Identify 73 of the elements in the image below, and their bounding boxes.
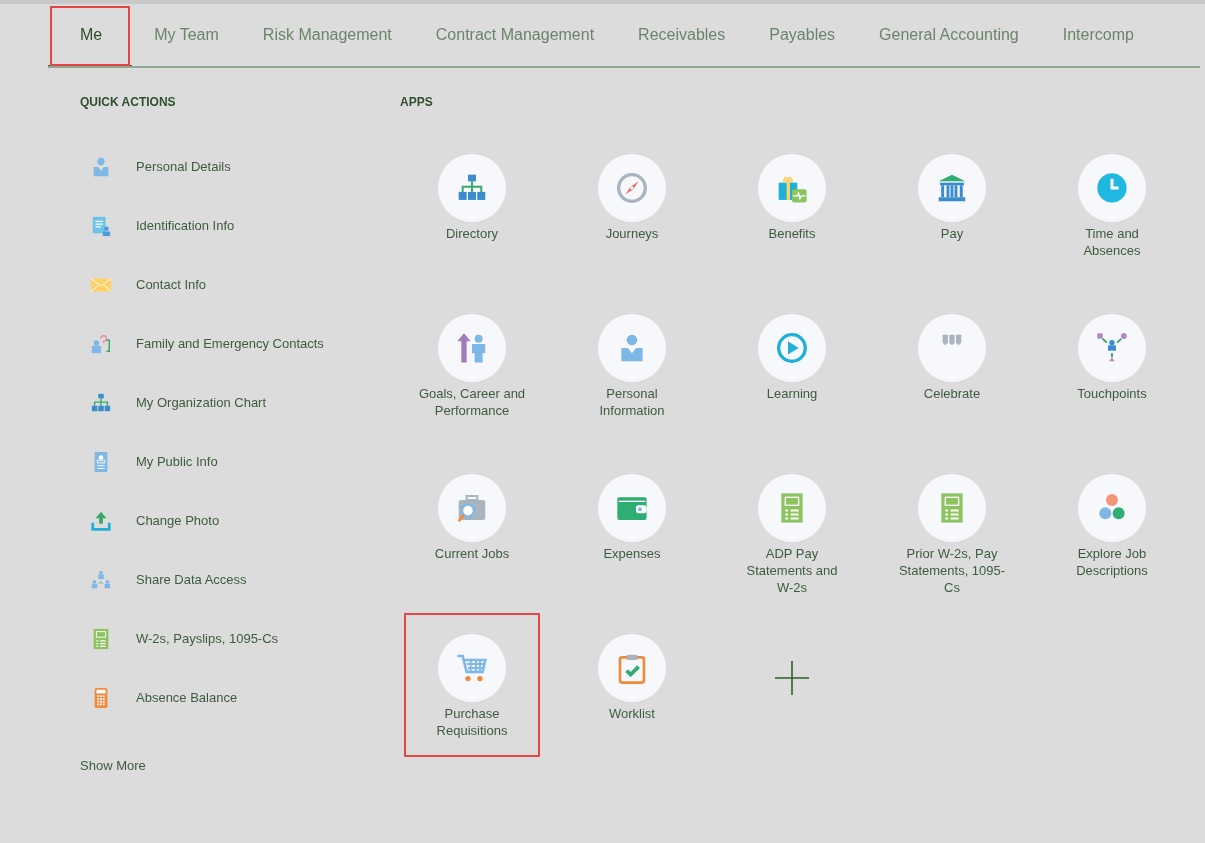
nav-tab[interactable]: Contract Management [413,4,617,66]
app-label: Expenses [602,545,662,562]
app-label: Celebrate [922,385,982,402]
clipboard-icon [597,633,667,703]
app-tile[interactable]: Current Jobs [404,453,540,597]
app-tile[interactable]: Learning [724,293,860,437]
app-tile[interactable]: Expenses [564,453,700,597]
statement-icon [917,473,987,543]
quick-action-link[interactable]: Contact Info [136,277,207,292]
app-tile[interactable]: Goals, Career and Performance [404,293,540,437]
app-label: Benefits [767,225,817,242]
quick-action-link[interactable]: Absence Balance [136,690,238,705]
app-label: Time and Absences [1082,225,1142,259]
app-label: Learning [765,385,819,402]
nav-tab[interactable]: Receivables [616,4,748,66]
nav-tab[interactable]: General Accounting [857,4,1041,66]
app-tile[interactable]: Journeys [564,133,700,277]
app-label: Goals, Career and Performance [417,385,527,419]
quick-action-link[interactable]: My Public Info [136,454,218,469]
app-tile[interactable]: Touchpoints [1044,293,1180,437]
orgchart-icon [90,391,112,414]
quick-action-link[interactable]: Identification Info [136,218,235,233]
statement-icon [757,473,827,543]
wallet-icon [597,473,667,543]
app-tile[interactable]: Directory [404,133,540,277]
app-tile[interactable]: Prior W-2s, Pay Statements, 1095-Cs [884,453,1020,597]
cart-icon [437,633,507,703]
bank-icon [917,153,987,223]
play-icon [757,313,827,383]
app-label: Pay [939,225,965,242]
section-heading: QUICK ACTIONS [80,95,177,111]
section-heading: APPS [400,95,434,111]
app-label: Purchase Requisitions [435,705,509,739]
app-tile[interactable]: Purchase Requisitions [404,613,540,757]
app-tile[interactable]: ADP Pay Statements and W-2s [724,453,860,597]
quick-action-link[interactable]: My Organization Chart [136,395,267,410]
dots-icon [1077,473,1147,543]
show-more-link[interactable]: Show More [80,758,146,773]
quick-action-link[interactable]: Personal Details [136,159,231,174]
app-tile[interactable]: Personal Information [564,293,700,437]
app-label: Explore Job Descriptions [1075,545,1149,579]
app-label: Directory [445,225,499,242]
nav-tab[interactable]: My Team [132,4,241,66]
nav-tab[interactable]: Me [48,4,133,66]
nav-tab[interactable]: Intercomp [1040,4,1156,66]
idcard-icon [90,214,112,237]
app-label: Touchpoints [1076,385,1148,402]
app-tile[interactable]: Worklist [564,613,700,757]
nav-tab[interactable]: Risk Management [240,4,414,66]
app-tile[interactable]: Celebrate [884,293,1020,437]
quick-action-link[interactable]: Change Photo [136,513,220,528]
compass-icon [597,153,667,223]
app-tile[interactable]: Time and Absences [1044,133,1180,277]
gift-icon [757,153,827,223]
app-label: Prior W-2s, Pay Statements, 1095-Cs [897,545,1007,596]
clock-icon [1077,153,1147,223]
family-icon [90,332,112,355]
upload-icon [90,509,112,532]
quick-action-link[interactable]: W-2s, Payslips, 1095-Cs [136,631,279,646]
app-tile[interactable]: Benefits [724,133,860,277]
app-label: Current Jobs [433,545,511,562]
app-label: Journeys [604,225,660,242]
quick-action-link[interactable]: Share Data Access [136,572,247,587]
app-tile[interactable]: Explore Job Descriptions [1044,453,1180,597]
person-icon [597,313,667,383]
quick-action-link[interactable]: Family and Emergency Contacts [136,336,324,351]
nav-tab[interactable]: Payables [747,4,858,66]
add-icon[interactable] [775,661,809,695]
app-label: Worklist [608,705,656,722]
app-tile[interactable]: Pay [884,133,1020,277]
app-label: Personal Information [598,385,666,419]
orgchart-icon [437,153,507,223]
app-label: ADP Pay Statements and W-2s [745,545,839,596]
